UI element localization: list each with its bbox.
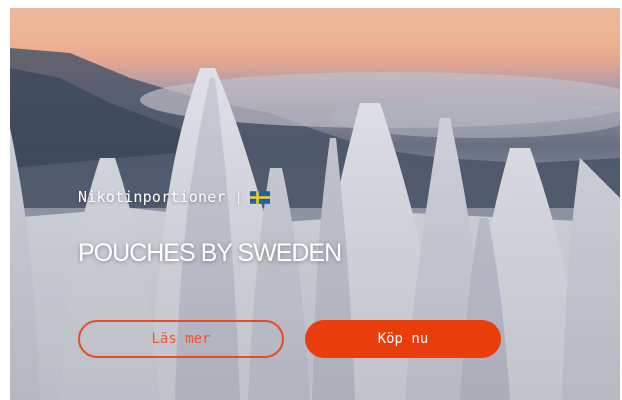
swedish-flag-icon bbox=[249, 190, 270, 204]
tagline-separator: | bbox=[234, 189, 243, 205]
buy-now-button[interactable]: Köp nu bbox=[305, 320, 501, 358]
hero-content: Nikotinportioner | POUCHES BY SWEDEN Läs… bbox=[78, 188, 558, 358]
tagline-text: Nikotinportioner bbox=[78, 188, 226, 206]
tagline-row: Nikotinportioner | bbox=[78, 188, 558, 206]
hero-banner: Nikotinportioner | POUCHES BY SWEDEN Läs… bbox=[10, 8, 620, 400]
read-more-button[interactable]: Läs mer bbox=[78, 320, 284, 358]
hero-headline: POUCHES BY SWEDEN bbox=[78, 239, 342, 267]
